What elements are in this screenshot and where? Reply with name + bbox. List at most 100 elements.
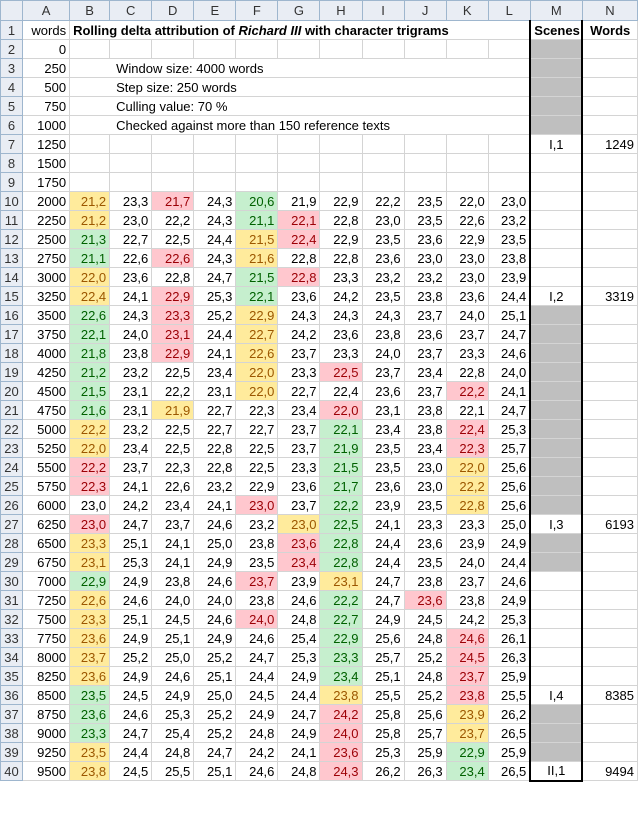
scene-cell[interactable]	[529, 571, 584, 591]
delta-score-cell[interactable]: 22,0	[235, 362, 279, 382]
row-header[interactable]: 21	[0, 400, 24, 420]
delta-score-cell[interactable]: 22,3	[445, 438, 489, 458]
delta-score-cell[interactable]: 23,6	[277, 533, 321, 553]
delta-score-cell[interactable]: 23,3	[69, 533, 111, 553]
delta-score-cell[interactable]: 24,7	[109, 514, 153, 534]
delta-score-cell[interactable]: 24,6	[109, 704, 153, 724]
scene-cell[interactable]	[529, 628, 584, 648]
delta-score-cell[interactable]: 24,4	[193, 324, 237, 344]
delta-score-cell[interactable]: 24,3	[193, 191, 237, 211]
delta-score-cell[interactable]: 25,3	[109, 552, 153, 572]
delta-score-cell[interactable]: 22,7	[193, 400, 237, 420]
note-cell[interactable]: Window size: 4000 words	[69, 58, 531, 78]
delta-score-cell[interactable]: 21,8	[69, 343, 111, 363]
scene-words-cell[interactable]	[581, 666, 638, 686]
scene-words-cell[interactable]	[581, 305, 638, 325]
delta-score-cell[interactable]: 21,9	[277, 191, 321, 211]
delta-score-cell[interactable]: 25,6	[487, 457, 531, 477]
scene-words-cell[interactable]: 9494	[581, 761, 638, 781]
delta-score-cell[interactable]: 22,3	[69, 476, 111, 496]
delta-score-cell[interactable]: 21,9	[319, 438, 363, 458]
word-offset-cell[interactable]: 7000	[22, 571, 71, 591]
scene-words-cell[interactable]	[581, 419, 638, 439]
scene-words-cell[interactable]: 8385	[581, 685, 638, 705]
delta-score-cell[interactable]: 22,6	[69, 305, 111, 325]
delta-score-cell[interactable]: 22,6	[151, 248, 195, 268]
scene-cell[interactable]: I,3	[529, 514, 584, 534]
delta-score-cell[interactable]: 24,2	[235, 742, 279, 762]
scene-words-cell[interactable]	[581, 457, 638, 477]
scene-words-cell[interactable]	[581, 400, 638, 420]
delta-score-cell[interactable]: 26,5	[487, 761, 531, 781]
delta-score-cell[interactable]: 23,7	[403, 381, 447, 401]
delta-score-cell[interactable]: 21,9	[151, 400, 195, 420]
delta-score-cell[interactable]: 24,2	[445, 609, 489, 629]
delta-score-cell[interactable]: 23,3	[403, 514, 447, 534]
delta-score-cell[interactable]: 23,0	[69, 514, 111, 534]
delta-score-cell[interactable]: 24,3	[193, 210, 237, 230]
delta-score-cell[interactable]: 24,1	[487, 381, 531, 401]
delta-score-cell[interactable]: 23,8	[69, 761, 111, 781]
delta-score-cell[interactable]: 24,7	[109, 723, 153, 743]
row-header[interactable]: 27	[0, 514, 24, 534]
delta-score-cell[interactable]: 22,7	[277, 381, 321, 401]
row-header[interactable]: 15	[0, 286, 24, 306]
delta-score-cell[interactable]: 23,7	[235, 571, 279, 591]
delta-score-cell[interactable]: 23,4	[109, 438, 153, 458]
delta-score-cell[interactable]: 22,6	[69, 590, 111, 610]
delta-score-cell[interactable]: 24,4	[109, 742, 153, 762]
delta-score-cell[interactable]: 23,7	[151, 514, 195, 534]
scene-words-cell[interactable]	[581, 742, 638, 762]
delta-score-cell[interactable]: 23,3	[319, 647, 363, 667]
scene-words-cell[interactable]	[581, 77, 638, 97]
row-header[interactable]: 38	[0, 723, 24, 743]
scene-words-cell[interactable]	[581, 172, 638, 192]
delta-score-cell[interactable]: 25,2	[193, 305, 237, 325]
scene-words-cell[interactable]	[581, 571, 638, 591]
delta-score-cell[interactable]: 23,0	[235, 495, 279, 515]
word-offset-cell[interactable]: 8250	[22, 666, 71, 686]
delta-score-cell[interactable]: 23,6	[69, 628, 111, 648]
delta-score-cell[interactable]: 25,2	[403, 685, 447, 705]
delta-score-cell[interactable]: 24,1	[109, 286, 153, 306]
delta-score-cell[interactable]: 23,5	[403, 495, 447, 515]
column-header[interactable]: N	[581, 0, 638, 21]
row-header[interactable]: 6	[0, 115, 24, 135]
word-offset-cell[interactable]: 1750	[22, 172, 71, 192]
delta-score-cell[interactable]: 23,3	[69, 609, 111, 629]
delta-score-cell[interactable]: 22,2	[319, 590, 363, 610]
delta-score-cell[interactable]: 21,1	[69, 248, 111, 268]
delta-score-cell[interactable]: 23,6	[69, 704, 111, 724]
delta-score-cell[interactable]: 25,0	[193, 685, 237, 705]
word-offset-cell[interactable]: 9250	[22, 742, 71, 762]
column-header[interactable]: C	[109, 0, 153, 21]
empty-cell[interactable]	[319, 153, 363, 173]
delta-score-cell[interactable]: 24,0	[319, 723, 363, 743]
delta-score-cell[interactable]: 23,3	[277, 362, 321, 382]
row-header[interactable]: 1	[0, 20, 24, 40]
delta-score-cell[interactable]: 22,5	[151, 362, 195, 382]
delta-score-cell[interactable]: 20,6	[235, 191, 279, 211]
delta-score-cell[interactable]: 25,0	[193, 533, 237, 553]
delta-score-cell[interactable]: 23,4	[151, 495, 195, 515]
row-header[interactable]: 16	[0, 305, 24, 325]
delta-score-cell[interactable]: 24,4	[277, 685, 321, 705]
delta-score-cell[interactable]: 24,6	[193, 514, 237, 534]
delta-score-cell[interactable]: 24,9	[109, 571, 153, 591]
delta-score-cell[interactable]: 22,1	[319, 419, 363, 439]
delta-score-cell[interactable]: 23,6	[109, 267, 153, 287]
delta-score-cell[interactable]: 24,5	[445, 647, 489, 667]
word-offset-cell[interactable]: 250	[22, 58, 71, 78]
delta-score-cell[interactable]: 22,6	[109, 248, 153, 268]
word-offset-cell[interactable]: 1500	[22, 153, 71, 173]
word-offset-cell[interactable]: 3500	[22, 305, 71, 325]
column-header[interactable]: K	[445, 0, 489, 21]
delta-score-cell[interactable]: 22,8	[319, 210, 363, 230]
delta-score-cell[interactable]: 23,7	[277, 438, 321, 458]
delta-score-cell[interactable]: 23,8	[361, 324, 405, 344]
delta-score-cell[interactable]: 24,5	[109, 761, 153, 781]
delta-score-cell[interactable]: 23,8	[445, 590, 489, 610]
delta-score-cell[interactable]: 24,5	[403, 609, 447, 629]
word-offset-cell[interactable]: 9000	[22, 723, 71, 743]
delta-score-cell[interactable]: 25,6	[361, 628, 405, 648]
